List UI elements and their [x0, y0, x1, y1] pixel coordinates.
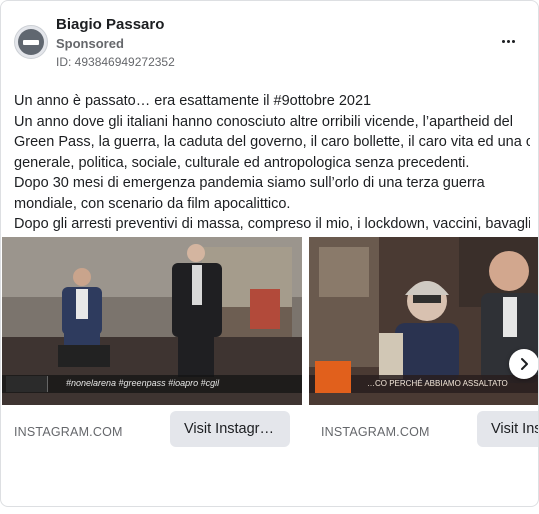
visit-instagram-button[interactable]: Visit Instagr… [170, 411, 290, 447]
overlay-hashtags: #nonelarena #greenpass #ioapro #cgil [66, 378, 220, 388]
post-text-line: Dopo gli arresti preventivi di massa, co… [14, 216, 530, 232]
media-carousel: #nonelarena #greenpass #ioapro #cgil INS… [1, 237, 538, 457]
no-entry-icon [18, 29, 44, 55]
post-text-line: Dopo 30 mesi di emergenza pandemia siamo… [14, 175, 485, 191]
more-dot [506, 39, 510, 43]
more-options-button[interactable] [496, 31, 520, 51]
caption-strip: …CO PERCHÉ ABBIAMO ASSALTATO [309, 361, 538, 393]
page-avatar[interactable] [14, 25, 48, 59]
carousel-card[interactable]: …CO PERCHÉ ABBIAMO ASSALTATO INSTAGRAM.C… [309, 237, 538, 457]
chevron-right-icon [521, 358, 528, 370]
more-horizontal-icon [501, 39, 505, 43]
post-text-line: Un anno dove gli italiani hanno conosciu… [14, 113, 513, 130]
link-bar: INSTAGRAM.COM Visit Instagr… [2, 405, 302, 457]
post-text: Un anno è passato… era esattamente il #9… [14, 91, 530, 235]
link-domain: INSTAGRAM.COM [321, 425, 430, 439]
carousel-image[interactable]: …CO PERCHÉ ABBIAMO ASSALTATO [309, 237, 538, 405]
caption-strip: #nonelarena #greenpass #ioapro #cgil [2, 375, 302, 393]
carousel-image[interactable]: #nonelarena #greenpass #ioapro #cgil [2, 237, 302, 405]
link-bar: INSTAGRAM.COM Visit Ins [309, 405, 538, 457]
sponsored-label: Sponsored [56, 36, 124, 51]
overlay-caption: …CO PERCHÉ ABBIAMO ASSALTATO [367, 379, 508, 388]
ad-id-text: ID: 493846949272352 [56, 55, 175, 69]
carousel-next-button[interactable] [509, 349, 538, 379]
page-name-link[interactable]: Biagio Passaro [56, 16, 164, 33]
visit-instagram-button[interactable]: Visit Ins [477, 411, 538, 447]
carousel-card[interactable]: #nonelarena #greenpass #ioapro #cgil INS… [2, 237, 302, 457]
post-text-line: Green Pass, la guerra, la caduta del gov… [14, 134, 530, 150]
post-text-line: mondiale, con scenario da film apocalitt… [14, 195, 291, 212]
more-dot [511, 39, 515, 43]
channel-logo [315, 361, 351, 393]
channel-logo [6, 376, 48, 392]
post-text-line: Un anno è passato… era esattamente il #9… [14, 93, 372, 109]
post-text-line: generale, politica, sociale, culturale e… [14, 154, 470, 171]
ad-post-card: Biagio Passaro Sponsored ID: 49384694927… [0, 0, 539, 507]
link-domain: INSTAGRAM.COM [14, 425, 123, 439]
